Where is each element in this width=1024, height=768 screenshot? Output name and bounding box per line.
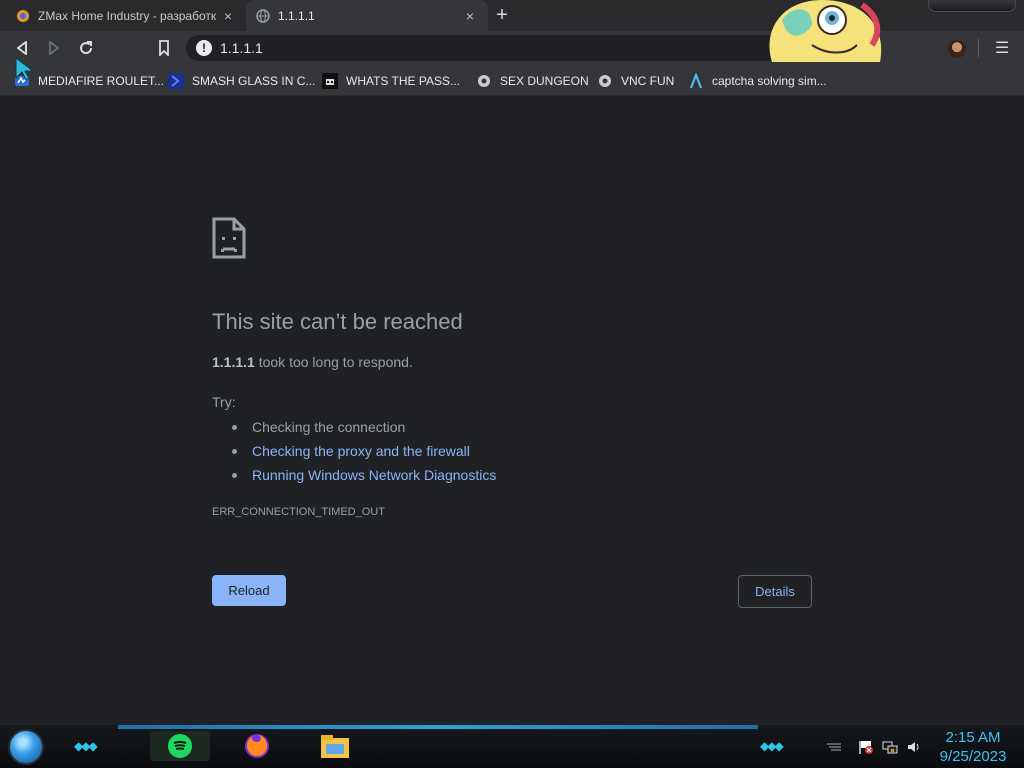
- taskbar-decoration: ◆◆◆: [74, 739, 98, 753]
- mouse-cursor-icon: [15, 56, 35, 81]
- tab-title: ZMax Home Industry - разработк: [38, 8, 217, 23]
- tab-zmax[interactable]: ZMax Home Industry - разработк ×: [6, 0, 246, 31]
- chevron-bookmark-icon: [168, 73, 184, 89]
- suggestion-network-diagnostics-link[interactable]: Running Windows Network Diagnostics: [232, 463, 496, 487]
- bookmark-label: WHATS THE PASS...: [346, 74, 461, 88]
- globe-icon: [256, 8, 270, 23]
- spotify-icon: [168, 734, 192, 758]
- page-title: This site can’t be reached: [212, 309, 463, 334]
- show-hidden-icons[interactable]: [826, 739, 842, 755]
- spotify-task-button[interactable]: [150, 731, 210, 761]
- taskbar-decoration: ◆◆◆: [760, 739, 784, 753]
- error-description: 1.1.1.1 took too long to respond.: [212, 354, 413, 370]
- start-orb-button[interactable]: [8, 729, 44, 765]
- toolbar-divider: [978, 39, 979, 57]
- bookmark-mediafire[interactable]: MEDIAFIRE ROULET...: [14, 71, 164, 91]
- error-host: 1.1.1.1: [212, 354, 255, 370]
- bookmark-label: SEX DUNGEON: [500, 74, 589, 88]
- taskbar-accent-line: [118, 725, 758, 729]
- new-tab-button[interactable]: +: [490, 3, 514, 27]
- bookmark-smash-glass[interactable]: SMASH GLASS IN C...: [168, 71, 315, 91]
- action-center-flag-icon[interactable]: [858, 739, 874, 755]
- suggestion-check-proxy-link[interactable]: Checking the proxy and the firewall: [232, 439, 496, 463]
- error-page: This site can’t be reached 1.1.1.1 took …: [0, 97, 1024, 725]
- taskbar-clock[interactable]: 2:15 AM 9/25/2023: [930, 728, 1016, 766]
- volume-icon[interactable]: [906, 739, 922, 755]
- tab-title: 1.1.1.1: [278, 8, 315, 23]
- profile-avatar[interactable]: [948, 40, 966, 58]
- bookmark-label: SMASH GLASS IN C...: [192, 74, 316, 88]
- details-button[interactable]: Details: [738, 575, 812, 608]
- try-label: Try:: [212, 394, 236, 410]
- bookmark-captcha-solving[interactable]: captcha solving sim...: [688, 71, 827, 91]
- robot-icon: [322, 73, 338, 89]
- error-code: ERR_CONNECTION_TIMED_OUT: [212, 506, 385, 518]
- tab-1-1-1-1[interactable]: 1.1.1.1 ×: [246, 0, 488, 31]
- info-icon[interactable]: !: [196, 40, 212, 56]
- network-icon[interactable]: [882, 739, 898, 755]
- clock-date: 9/25/2023: [939, 748, 1007, 765]
- suggestion-check-connection: Checking the connection: [232, 415, 496, 439]
- bookmark-sex-dungeon[interactable]: SEX DUNGEON: [476, 71, 589, 91]
- suggestion-list: Checking the connection Checking the pro…: [232, 415, 496, 487]
- bookmark-whats-the-pass[interactable]: WHATS THE PASS...: [322, 71, 460, 91]
- tab-close-icon[interactable]: ×: [462, 8, 478, 24]
- reload-icon[interactable]: [74, 36, 98, 60]
- bookmarks-bar: MEDIAFIRE ROULET... SMASH GLASS IN C... …: [0, 65, 1024, 96]
- forward-icon[interactable]: [42, 36, 66, 60]
- file-explorer-task-button[interactable]: [320, 731, 350, 761]
- firefox-icon: [245, 734, 269, 758]
- menu-icon[interactable]: ☰: [990, 38, 1014, 60]
- bookmark-vnc-fun[interactable]: VNC FUN: [597, 71, 674, 91]
- window-controls[interactable]: [928, 0, 1016, 12]
- bookmark-label: captcha solving sim...: [712, 74, 827, 88]
- reload-button[interactable]: Reload: [212, 575, 286, 606]
- firefox-task-button[interactable]: [242, 731, 272, 761]
- lambda-icon: [688, 73, 704, 89]
- gear-bookmark-icon: [597, 73, 613, 89]
- zmax-favicon-icon: [16, 9, 30, 23]
- clock-time: 2:15 AM: [945, 729, 1001, 746]
- sad-page-icon: [212, 217, 246, 259]
- bookmark-label: VNC FUN: [621, 74, 675, 88]
- address-bar[interactable]: ! 1.1.1.1: [186, 35, 838, 61]
- folder-icon: [321, 735, 349, 758]
- error-description-text: took too long to respond.: [254, 354, 413, 370]
- bookmark-icon[interactable]: [152, 36, 176, 60]
- tab-strip: ZMax Home Industry - разработк × 1.1.1.1…: [0, 0, 1024, 31]
- gear-bookmark-icon: [476, 73, 492, 89]
- tab-close-icon[interactable]: ×: [220, 8, 236, 24]
- bookmark-label: MEDIAFIRE ROULET...: [38, 74, 165, 88]
- url-text[interactable]: 1.1.1.1: [220, 40, 263, 56]
